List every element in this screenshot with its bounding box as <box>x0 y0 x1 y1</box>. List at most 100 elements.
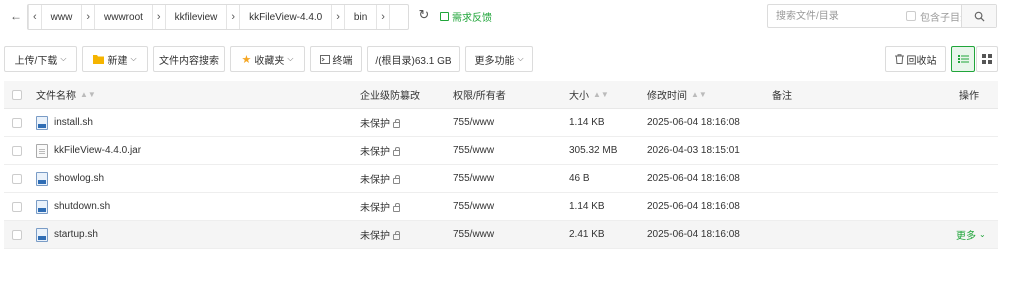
terminal-button[interactable]: 终端 <box>310 46 362 72</box>
content-search-label: 文件内容搜索 <box>159 55 219 67</box>
breadcrumb-item[interactable]: bin <box>345 5 376 29</box>
checkbox-icon <box>12 117 22 128</box>
header-modified[interactable]: 修改时间 ▲▼ <box>647 81 707 108</box>
search-input[interactable] <box>768 9 898 23</box>
shell-file-icon <box>36 115 48 130</box>
table-row[interactable]: showlog.sh 未保护 755/www 46 B 2025-06-04 1… <box>4 165 998 193</box>
feedback-link[interactable]: 需求反馈 <box>440 8 492 24</box>
upload-download-button[interactable]: 上传/下载 ⌵ <box>4 46 77 72</box>
lock-icon[interactable] <box>393 230 400 240</box>
favorites-label: 收藏夹 <box>254 55 285 67</box>
checkbox-icon <box>12 173 22 184</box>
breadcrumb-item[interactable]: wwwroot <box>95 5 152 29</box>
checkbox-icon <box>12 229 22 240</box>
header-modified-label: 修改时间 <box>647 91 687 102</box>
search-button[interactable] <box>961 5 996 27</box>
lock-icon[interactable] <box>393 202 400 212</box>
header-size[interactable]: 大小 ▲▼ <box>569 81 609 108</box>
row-checkbox[interactable] <box>12 165 22 192</box>
checkbox-icon <box>12 201 22 212</box>
shell-file-icon <box>36 171 48 186</box>
file-name[interactable]: shutdown.sh <box>54 201 110 212</box>
more-functions-button[interactable]: 更多功能 ⌵ <box>465 46 533 72</box>
chevron-down-icon: ⌄ <box>979 230 986 239</box>
grid-view-icon <box>982 54 992 64</box>
breadcrumb-item[interactable]: kkfileview <box>166 5 227 29</box>
permission-owner[interactable]: 755/www <box>453 137 494 164</box>
breadcrumb-item[interactable]: kkFileView-4.4.0 <box>240 5 331 29</box>
table-header: 文件名称 ▲▼ 企业级防篡改 权限/所有者 大小 ▲▼ 修改时间 ▲▼ 备注 操… <box>4 81 998 109</box>
new-button[interactable]: 新建 ⌵ <box>82 46 148 72</box>
permission-owner[interactable]: 755/www <box>453 165 494 192</box>
protection-status: 未保护 <box>360 175 390 186</box>
lock-icon[interactable] <box>393 146 400 156</box>
chevron-right-icon: › <box>226 5 241 29</box>
chevron-down-icon: ⌵ <box>60 54 67 63</box>
path-bar: ← ‹ www › wwwroot › kkfileview › kkFileV… <box>0 0 1024 32</box>
upload-download-label: 上传/下载 <box>14 55 58 67</box>
more-actions-label: 更多 <box>956 231 976 242</box>
file-name[interactable]: kkFileView-4.4.0.jar <box>54 145 141 156</box>
terminal-label: 终端 <box>332 55 353 67</box>
select-all-checkbox[interactable] <box>12 81 22 108</box>
table-row[interactable]: install.sh 未保护 755/www 1.14 KB 2025-06-0… <box>4 109 998 137</box>
more-actions-button[interactable]: 更多 ⌄ <box>956 221 986 248</box>
file-name[interactable]: showlog.sh <box>54 173 104 184</box>
breadcrumb: ‹ www › wwwroot › kkfileview › kkFileVie… <box>27 4 409 30</box>
content-search-button[interactable]: 文件内容搜索 <box>153 46 225 72</box>
grid-view-button[interactable] <box>976 46 998 72</box>
list-view-icon <box>957 55 969 63</box>
favorites-button[interactable]: ★ 收藏夹 ⌵ <box>230 46 305 72</box>
table-row[interactable]: startup.sh 未保护 755/www 2.41 KB 2025-06-0… <box>4 221 998 249</box>
chevron-right-icon: › <box>151 5 166 29</box>
more-functions-label: 更多功能 <box>474 55 515 67</box>
checkbox-icon <box>906 11 916 21</box>
row-checkbox[interactable] <box>12 109 22 136</box>
search-icon <box>974 11 985 22</box>
permission-owner[interactable]: 755/www <box>453 109 494 136</box>
row-checkbox[interactable] <box>12 137 22 164</box>
file-name[interactable]: startup.sh <box>54 229 98 240</box>
row-checkbox[interactable] <box>12 221 22 248</box>
sort-icon: ▲▼ <box>80 90 96 99</box>
file-name[interactable]: install.sh <box>54 117 93 128</box>
checkbox-icon <box>12 89 22 100</box>
star-icon: ★ <box>241 53 252 66</box>
modified-time: 2025-06-04 18:16:08 <box>647 229 740 240</box>
protection-status: 未保护 <box>360 119 390 130</box>
trash-icon <box>894 54 904 64</box>
file-size: 1.14 KB <box>569 201 605 212</box>
file-size: 1.14 KB <box>569 117 605 128</box>
row-checkbox[interactable] <box>12 193 22 220</box>
protection-status: 未保护 <box>360 203 390 214</box>
path-input-area[interactable] <box>390 5 408 29</box>
lock-icon[interactable] <box>393 174 400 184</box>
file-size: 305.32 MB <box>569 145 618 156</box>
permission-owner[interactable]: 755/www <box>453 193 494 220</box>
list-view-button[interactable] <box>951 46 975 72</box>
terminal-icon <box>319 54 330 64</box>
lock-icon[interactable] <box>393 118 400 128</box>
chevron-down-icon: ⌵ <box>287 54 294 63</box>
chevron-right-icon: › <box>331 5 345 29</box>
toolbar: 上传/下载 ⌵ 新建 ⌵ 文件内容搜索 ★ 收藏夹 ⌵ 终端 /(根目录)63.… <box>0 46 1024 74</box>
recycle-bin-button[interactable]: 回收站 <box>885 46 946 72</box>
header-note: 备注 <box>772 91 792 102</box>
shell-file-icon <box>36 199 48 214</box>
chevron-right-icon: › <box>376 5 390 29</box>
disk-button[interactable]: /(根目录)63.1 GB <box>367 46 460 72</box>
feedback-label: 需求反馈 <box>452 12 492 24</box>
permission-owner[interactable]: 755/www <box>453 221 494 248</box>
file-table: 文件名称 ▲▼ 企业级防篡改 权限/所有者 大小 ▲▼ 修改时间 ▲▼ 备注 操… <box>4 81 998 249</box>
table-row[interactable]: kkFileView-4.4.0.jar 未保护 755/www 305.32 … <box>4 137 998 165</box>
modified-time: 2025-06-04 18:16:08 <box>647 201 740 212</box>
header-name[interactable]: 文件名称 ▲▼ <box>36 81 96 108</box>
breadcrumb-item[interactable]: www <box>42 5 82 29</box>
refresh-icon[interactable]: ↻ <box>415 6 433 24</box>
header-size-label: 大小 <box>569 91 589 102</box>
chevron-left-icon[interactable]: ‹ <box>28 5 42 29</box>
table-row[interactable]: shutdown.sh 未保护 755/www 1.14 KB 2025-06-… <box>4 193 998 221</box>
folder-icon <box>93 55 105 64</box>
disk-label: /(根目录)63.1 GB <box>375 55 452 67</box>
back-icon[interactable]: ← <box>5 5 27 27</box>
